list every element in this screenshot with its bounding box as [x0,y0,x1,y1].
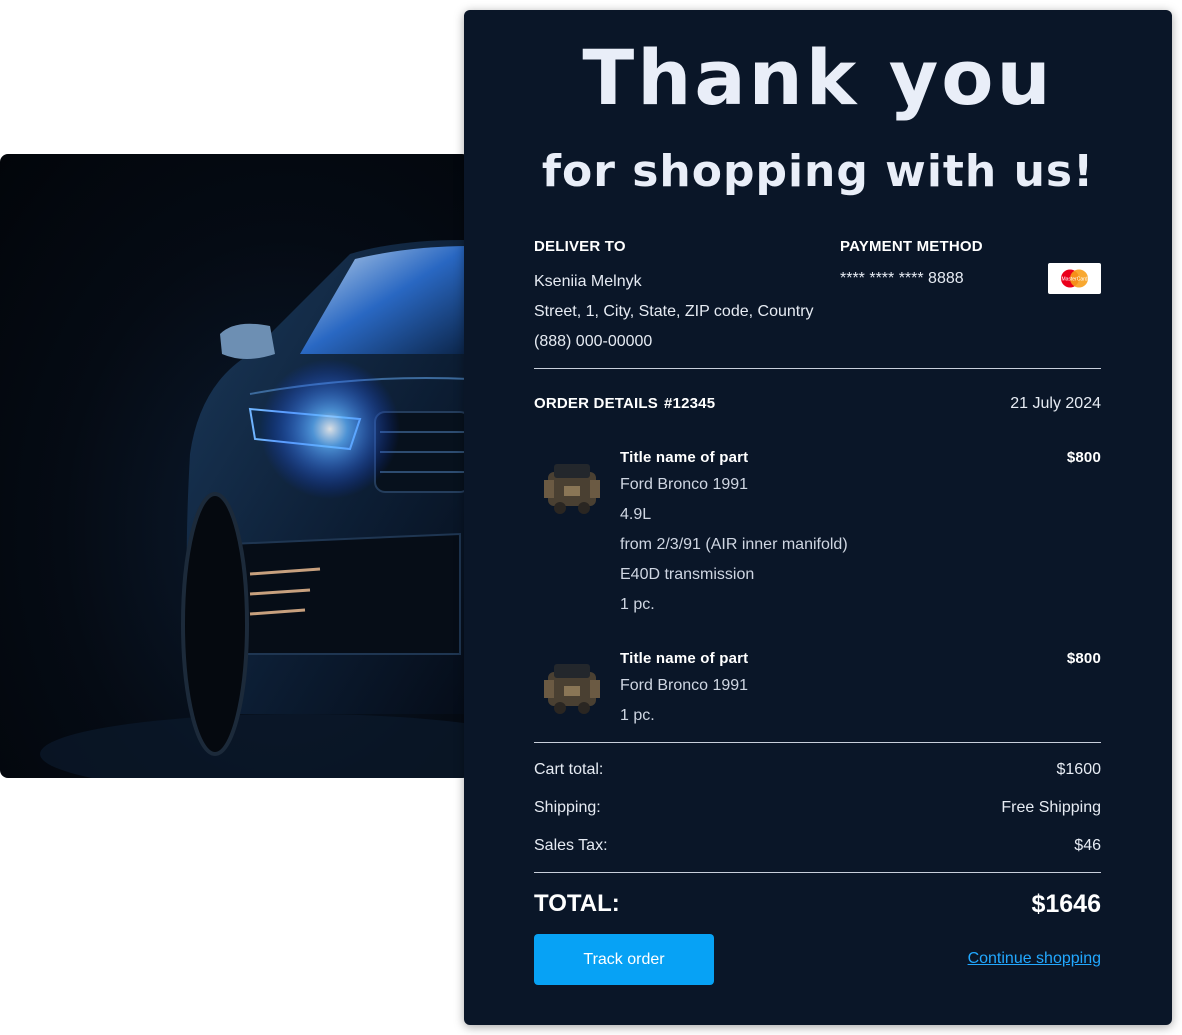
order-details-heading: ORDER DETAILS [534,395,658,412]
item-detail: E40D transmission [620,566,755,583]
item-quantity: 1 pc. [620,596,655,613]
recipient-name: Kseniia Melnyk [534,273,642,290]
cart-total-value: $1600 [1056,761,1102,778]
item-detail: Ford Bronco 1991 [620,476,749,493]
recipient-phone: (888) 000-00000 [534,333,653,350]
thank-you-heading: Thank you [582,33,1054,122]
cart-total-label: Cart total: [534,761,604,778]
engine-part-image [534,650,610,726]
order-confirmation-panel: Thank you for shopping with us! DELIVER … [464,10,1172,1025]
item-price: $800 [1066,650,1101,667]
continue-shopping-link[interactable]: Continue shopping [968,950,1101,968]
item-detail: Ford Bronco 1991 [620,677,749,694]
shipping-label: Shipping: [534,799,601,816]
order-date: 21 July 2024 [1010,395,1101,412]
item-title: Title name of part [620,650,749,667]
item-title: Title name of part [620,449,749,466]
shipping-value: Free Shipping [1001,799,1101,816]
item-detail: 4.9L [620,506,652,523]
deliver-to-heading: DELIVER TO [534,238,626,255]
mastercard-logo-text: MasterCard [1061,277,1087,283]
card-number: **** **** **** 8888 [840,270,964,287]
recipient-address: Street, 1, City, State, ZIP code, Countr… [534,303,814,320]
total-label: TOTAL: [534,890,620,917]
car-photo [0,154,470,778]
divider [534,742,1101,743]
sales-tax-value: $46 [1074,837,1101,854]
item-detail: from 2/3/91 (AIR inner manifold) [620,536,848,553]
mastercard-icon: MasterCard [1048,263,1101,294]
thank-you-subheading: for shopping with us! [541,146,1095,197]
divider [534,872,1101,873]
item-quantity: 1 pc. [620,707,655,724]
payment-method-heading: PAYMENT METHOD [840,238,983,255]
sales-tax-label: Sales Tax: [534,837,608,854]
order-number: #12345 [664,395,716,412]
track-order-button[interactable]: Track order [534,934,714,985]
engine-part-image [534,450,610,526]
total-value: $1646 [1031,890,1101,918]
item-price: $800 [1066,449,1101,466]
divider [534,368,1101,369]
